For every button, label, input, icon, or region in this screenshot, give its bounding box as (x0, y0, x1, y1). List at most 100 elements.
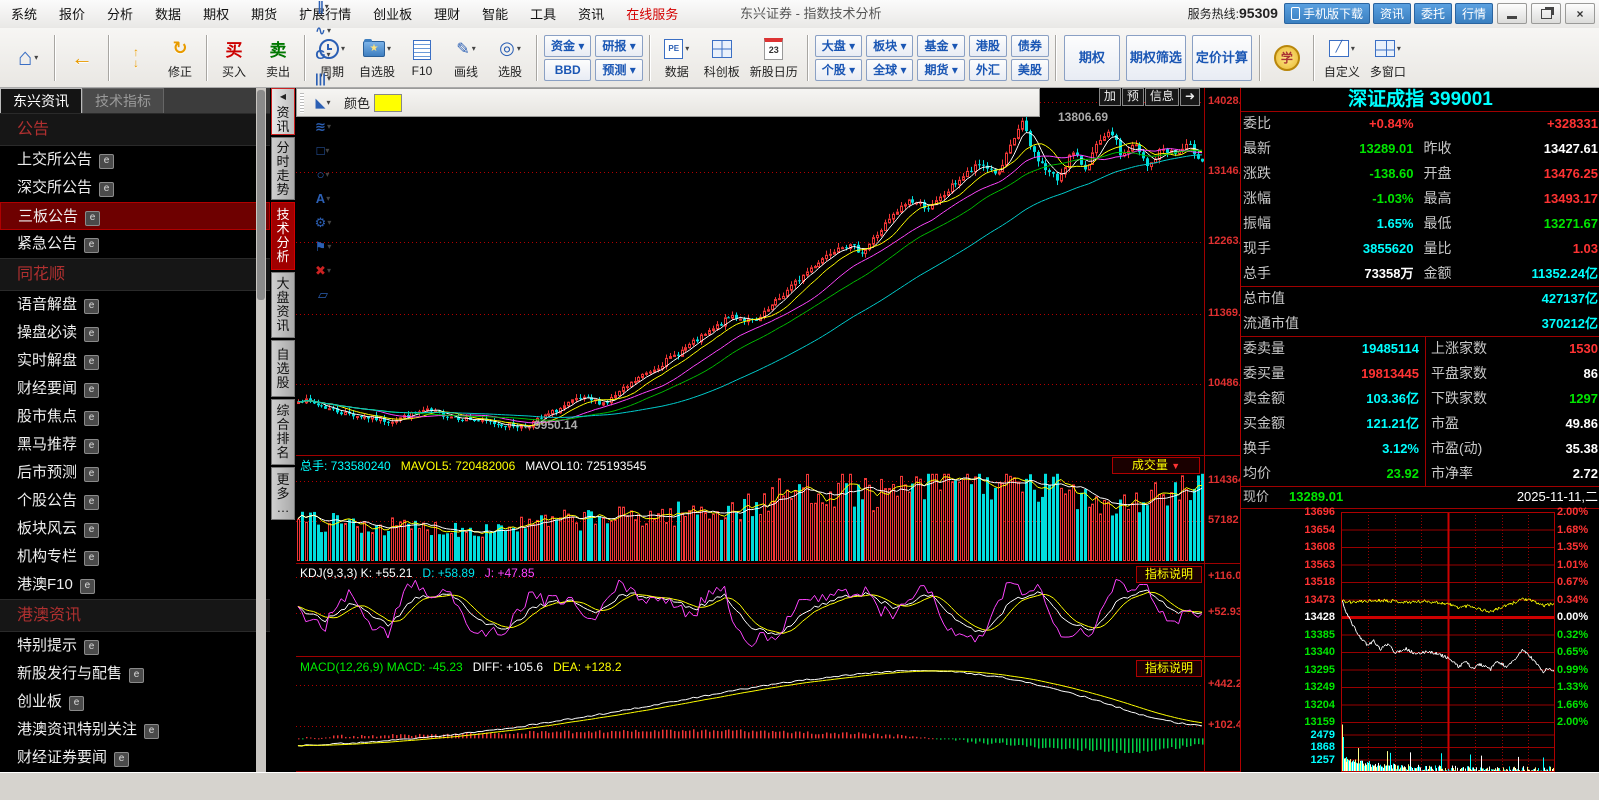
buy-button[interactable]: 买买入 (212, 35, 256, 81)
color-swatch[interactable] (374, 94, 402, 112)
rect-icon[interactable]: □▾ (311, 139, 335, 163)
view-tab-综合排名[interactable]: 综合排名 (271, 399, 295, 465)
kdj-help-button[interactable]: 指标说明 (1136, 566, 1202, 583)
button-美股[interactable]: 美股 (1011, 59, 1049, 81)
golden-section-icon[interactable]: G▾ (311, 43, 335, 67)
sidebar-item-实时解盘[interactable]: 实时解盘e (0, 347, 270, 375)
button-资金[interactable]: 资金 ▾ (544, 35, 591, 57)
home-button[interactable]: ⌂▾ (6, 44, 50, 72)
chart-button-预[interactable]: 预 (1122, 88, 1144, 106)
menu-智能[interactable]: 智能 (471, 1, 519, 28)
menu-工具[interactable]: 工具 (519, 1, 567, 28)
titlebar-button-行情[interactable]: 行情 (1455, 3, 1493, 24)
close-button[interactable]: × (1565, 3, 1595, 24)
sidebar-item-财经证券要闻[interactable]: 财经证券要闻e (0, 744, 270, 772)
chart-button-信息[interactable]: 信息 (1145, 88, 1179, 106)
gann-fan-icon[interactable]: ◣▾ (311, 91, 335, 115)
view-tab-分时走势[interactable]: 分时走势 (271, 137, 295, 200)
view-tab-更多…[interactable]: 更多… (271, 467, 295, 520)
button-大盘[interactable]: 大盘 ▾ (815, 35, 862, 57)
sidebar-item-特别提示[interactable]: 特别提示e (0, 632, 270, 660)
sidebar-item-上交所公告[interactable]: 上交所公告e (0, 146, 270, 174)
volume-indicator-selector[interactable]: 成交量 ▼ (1112, 457, 1200, 474)
button-预测[interactable]: 预测 ▾ (595, 59, 642, 81)
titlebar-button-委托[interactable]: 委托 (1414, 3, 1452, 24)
text-icon[interactable]: A▾ (311, 187, 335, 211)
menu-创业板[interactable]: 创业板 (362, 1, 423, 28)
sell-button[interactable]: 卖卖出 (256, 35, 300, 81)
menu-分析[interactable]: 分析 (96, 1, 144, 28)
volume-chart[interactable] (296, 472, 1204, 561)
button-期货[interactable]: 期货 ▾ (917, 59, 964, 81)
back-button[interactable]: ← (60, 44, 104, 72)
sidebar-tab-技术指标[interactable]: 技术指标 (82, 88, 164, 113)
restore-button[interactable] (1531, 3, 1561, 24)
button-外汇[interactable]: 外汇 (969, 59, 1007, 81)
stock-pick-button[interactable]: ◎▾选股 (488, 35, 532, 81)
menu-理财[interactable]: 理财 (423, 1, 471, 28)
f10-button[interactable]: F10 (400, 36, 444, 79)
sidebar-item-财经要闻[interactable]: 财经要闻e (0, 375, 270, 403)
parallel-line-icon[interactable]: ∥▾ (311, 0, 335, 19)
kline-chart[interactable] (296, 88, 1204, 455)
settings-icon[interactable]: ⚙▾ (311, 211, 335, 235)
chart-switch-icon[interactable]: ▱ (311, 283, 335, 307)
sidebar-item-股市焦点[interactable]: 股市焦点e (0, 403, 270, 431)
sidebar-item-港澳F10[interactable]: 港澳F10e (0, 571, 270, 599)
menu-系统[interactable]: 系统 (0, 1, 48, 28)
view-tab-自选股[interactable]: 自选股 (271, 340, 295, 397)
sidebar-item-语音解盘[interactable]: 语音解盘e (0, 291, 270, 319)
delete-icon[interactable]: ✖▾ (311, 259, 335, 283)
macd-chart[interactable] (296, 658, 1204, 770)
macd-help-button[interactable]: 指标说明 (1136, 660, 1202, 677)
button-全球[interactable]: 全球 ▾ (866, 59, 913, 81)
vertical-lines-icon[interactable]: |||▾ (311, 67, 335, 91)
sidebar-item-紧急公告[interactable]: 紧急公告e (0, 230, 270, 258)
menu-数据[interactable]: 数据 (144, 1, 192, 28)
options-button[interactable]: 期权 (1064, 35, 1120, 81)
button-港股[interactable]: 港股 (969, 35, 1007, 57)
titlebar-button-手机版下载[interactable]: 手机版下载 (1284, 3, 1370, 24)
ipo-calendar-button[interactable]: 23新股日历 (745, 35, 803, 81)
revise-button[interactable]: ↻修正 (158, 35, 202, 81)
button-板块[interactable]: 板块 ▾ (866, 35, 913, 57)
sidebar-item-创业板[interactable]: 创业板e (0, 688, 270, 716)
draw-line-button[interactable]: ✎▾画线 (444, 35, 488, 81)
menu-在线服务[interactable]: 在线服务 (615, 1, 689, 28)
view-tab-大盘资讯[interactable]: 大盘资讯 (271, 272, 295, 338)
mark-icon[interactable]: ⚑▾ (311, 235, 335, 259)
sidebar-item-机构专栏[interactable]: 机构专栏e (0, 543, 270, 571)
chart-button-加[interactable]: 加 (1099, 88, 1121, 106)
button-基金[interactable]: 基金 ▾ (917, 35, 964, 57)
view-tab-资讯[interactable]: ◀资讯 (271, 88, 295, 135)
sidebar-item-黑马推荐[interactable]: 黑马推荐e (0, 431, 270, 459)
sidebar-tab-东兴资讯[interactable]: 东兴资讯 (0, 88, 82, 113)
watchlist-button[interactable]: ★▾自选股 (354, 35, 400, 81)
button-个股[interactable]: 个股 ▾ (815, 59, 862, 81)
sidebar-item-新股发行与配售[interactable]: 新股发行与配售e (0, 660, 270, 688)
polyline-icon[interactable]: ∿▾ (311, 19, 335, 43)
kdj-chart[interactable] (296, 567, 1204, 656)
learn-button[interactable]: 学 (1265, 44, 1309, 72)
sidebar-item-个股公告[interactable]: 个股公告e (0, 487, 270, 515)
button-研报[interactable]: 研报 ▾ (595, 35, 642, 57)
view-tab-技术分析[interactable]: 技术分析 (271, 202, 295, 270)
button-BBD[interactable]: BBD (544, 59, 591, 81)
pricing-calc-button[interactable]: 定价计算 (1192, 35, 1252, 81)
sidebar-item-操盘必读[interactable]: 操盘必读e (0, 319, 270, 347)
menu-期权[interactable]: 期权 (192, 1, 240, 28)
channel-icon[interactable]: ≋▾ (311, 115, 335, 139)
sidebar-scrollbar[interactable] (256, 88, 266, 772)
button-债券[interactable]: 债券 (1011, 35, 1049, 57)
sidebar-item-港澳资讯特别关注[interactable]: 港澳资讯特别关注e (0, 716, 270, 744)
menu-资讯[interactable]: 资讯 (567, 1, 615, 28)
multi-window-button[interactable]: ▾多窗口 (1365, 35, 1411, 81)
minimize-button[interactable] (1497, 3, 1527, 24)
star-market-button[interactable]: 科创板 (699, 35, 745, 81)
options-filter-button[interactable]: 期权筛选 (1126, 35, 1186, 81)
sidebar-item-三板公告[interactable]: 三板公告e (0, 202, 270, 230)
menu-报价[interactable]: 报价 (48, 1, 96, 28)
customize-button[interactable]: ╱▾自定义 (1319, 35, 1365, 81)
page-arrows[interactable]: ↑↓ (114, 44, 158, 72)
titlebar-button-资讯[interactable]: 资讯 (1373, 3, 1411, 24)
